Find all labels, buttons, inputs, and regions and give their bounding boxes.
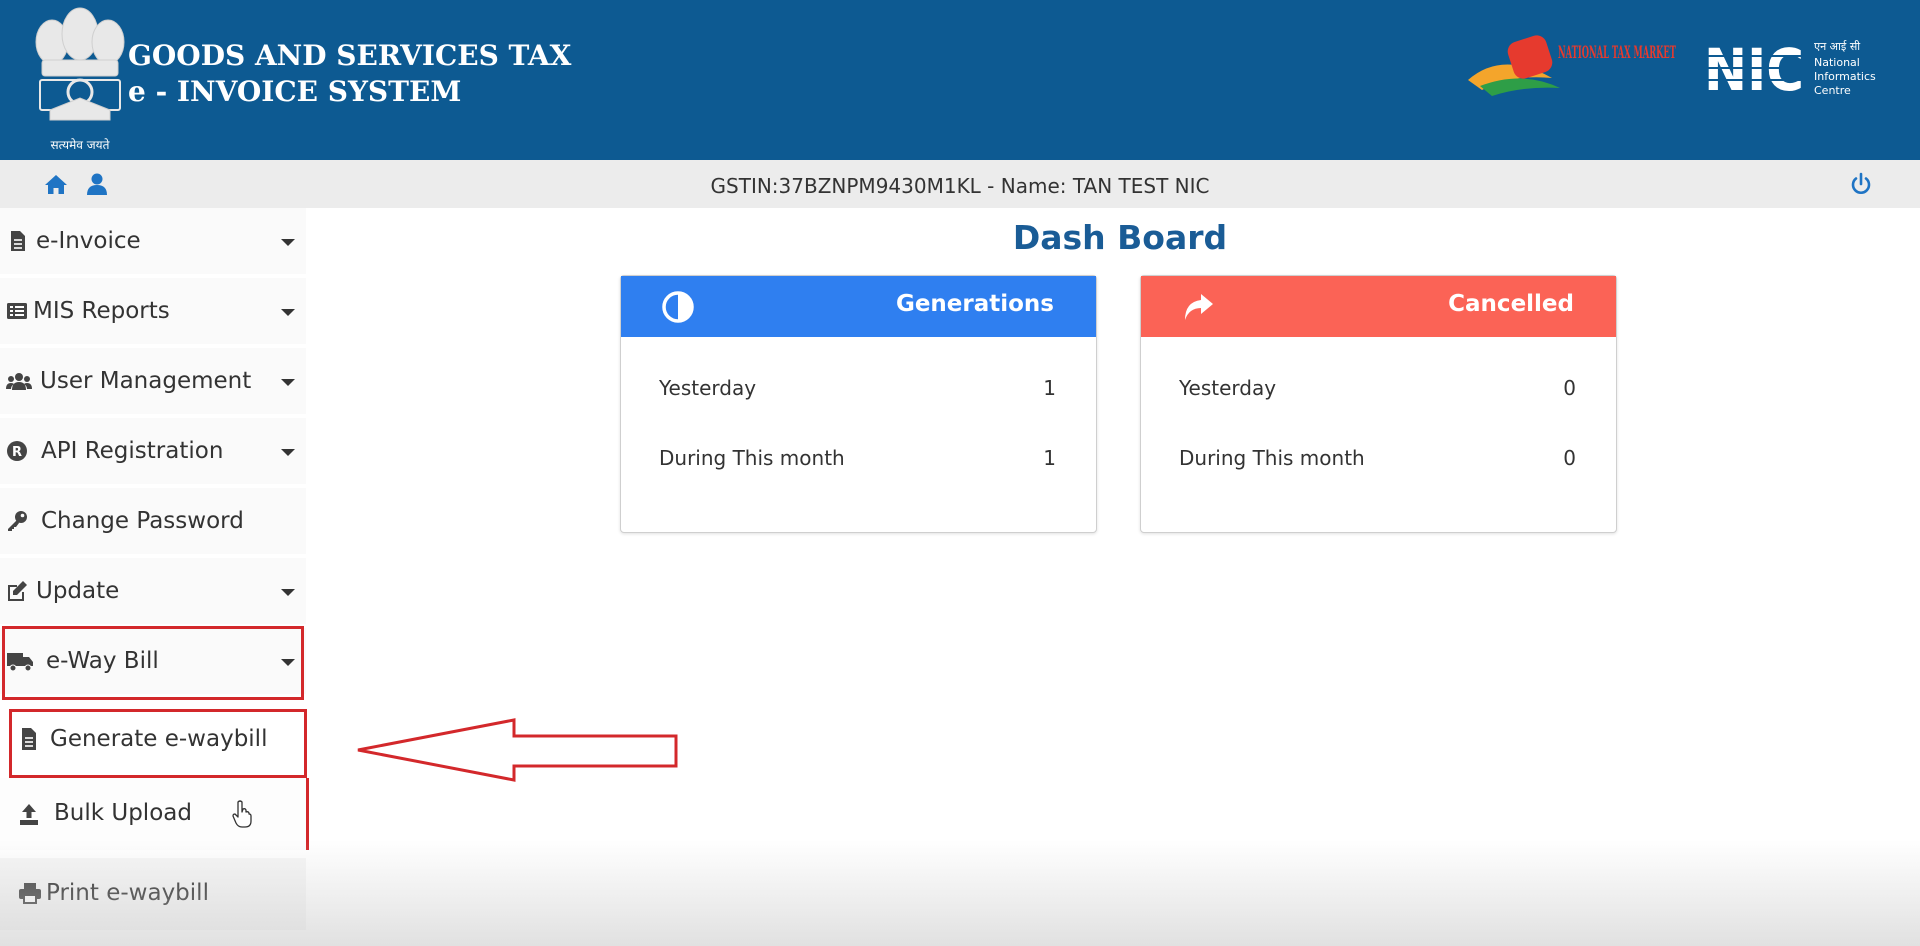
pointer-arrow-annotation xyxy=(357,718,678,782)
generations-card-header: Generations xyxy=(621,276,1096,337)
sidebar-item-update[interactable]: Update xyxy=(0,558,306,626)
submenu-item-bulk-upload[interactable]: Bulk Upload xyxy=(0,778,309,850)
generations-this-month-row: During This month 1 xyxy=(659,446,1056,470)
edit-icon xyxy=(8,581,27,601)
svg-text:National: National xyxy=(1814,56,1860,69)
row-value: 0 xyxy=(1563,446,1576,470)
generations-card-title: Generations xyxy=(895,291,1054,317)
registered-icon: R xyxy=(7,441,27,461)
nic-logo: NIC एन आई सी National Informatics Centre xyxy=(1700,36,1876,104)
row-label: During This month xyxy=(659,446,845,470)
hand-cursor-icon xyxy=(232,800,252,828)
sidebar-item-label: e-Invoice xyxy=(36,228,141,254)
national-tax-market-logo: NATIONAL TAX MARKET xyxy=(1468,35,1676,96)
chevron-down-icon xyxy=(281,449,295,456)
sidebar-item-label: Change Password xyxy=(41,508,244,534)
svg-text:R: R xyxy=(12,445,22,460)
app-title-line1: GOODS AND SERVICES TAX xyxy=(128,39,572,72)
chevron-down-icon xyxy=(281,309,295,316)
sidebar-item-label: Update xyxy=(36,578,120,604)
sidebar-item-api-registration[interactable]: R API Registration xyxy=(0,418,306,486)
sidebar-item-e-invoice[interactable]: e-Invoice xyxy=(0,208,306,276)
print-icon xyxy=(19,883,41,904)
row-label: Yesterday xyxy=(659,376,757,400)
ntm-logo-text: NATIONAL TAX MARKET xyxy=(1558,43,1676,63)
nic-logo-text: NIC xyxy=(1704,36,1804,104)
app-header: सत्यमेव जयते GOODS AND SERVICES TAX e - … xyxy=(0,0,1920,160)
cancelled-this-month-row: During This month 0 xyxy=(1179,446,1576,470)
app-title: GOODS AND SERVICES TAX e - INVOICE SYSTE… xyxy=(128,38,571,110)
submenu-item-print-e-waybill[interactable]: Print e-waybill xyxy=(0,858,306,930)
sidebar-item-change-password[interactable]: Change Password xyxy=(0,488,306,556)
list-icon xyxy=(7,303,27,319)
users-icon xyxy=(6,373,32,390)
app-title-line2: e - INVOICE SYSTEM xyxy=(128,75,462,108)
active-indicator-bar xyxy=(306,778,309,850)
sidebar-item-mis-reports[interactable]: MIS Reports xyxy=(0,278,306,346)
svg-text:Centre: Centre xyxy=(1814,84,1851,97)
generate-e-waybill-highlight-box xyxy=(9,709,307,778)
key-icon xyxy=(8,511,27,531)
file-icon xyxy=(11,231,25,251)
row-label: Yesterday xyxy=(1179,376,1277,400)
sidebar-menu: e-Invoice MIS Reports User Management R … xyxy=(0,208,310,946)
emblem-caption: सत्यमेव जयते xyxy=(51,138,111,152)
row-value: 1 xyxy=(1043,376,1056,400)
cancelled-yesterday-row: Yesterday 0 xyxy=(1179,376,1576,400)
top-toolbar: GSTIN:37BZNPM9430M1KL - Name: TAN TEST N… xyxy=(0,160,1920,208)
row-value: 0 xyxy=(1563,376,1576,400)
cancelled-card: Cancelled Yesterday 0 During This month … xyxy=(1140,275,1617,533)
sidebar-item-label: MIS Reports xyxy=(33,298,170,324)
generations-card: Generations Yesterday 1 During This mont… xyxy=(620,275,1097,533)
half-circle-icon xyxy=(662,291,694,323)
sidebar-item-user-management[interactable]: User Management xyxy=(0,348,306,416)
row-label: During This month xyxy=(1179,446,1365,470)
logout-power-icon[interactable] xyxy=(1849,172,1873,196)
sidebar-item-label: API Registration xyxy=(41,438,224,464)
chevron-down-icon xyxy=(281,589,295,596)
cancelled-card-header: Cancelled xyxy=(1141,276,1616,337)
svg-text:एन आई सी: एन आई सी xyxy=(1814,40,1860,53)
national-emblem-icon: सत्यमेव जयते xyxy=(35,7,125,152)
upload-icon xyxy=(20,804,38,825)
share-arrow-icon xyxy=(1185,294,1213,320)
chevron-down-icon xyxy=(281,379,295,386)
submenu-item-label: Bulk Upload xyxy=(54,800,192,826)
submenu-item-label: Print e-waybill xyxy=(46,880,209,906)
sidebar-item-label: User Management xyxy=(40,368,252,394)
e-way-bill-highlight-box xyxy=(2,626,304,700)
chevron-down-icon xyxy=(281,239,295,246)
page-title: Dash Board xyxy=(1012,218,1228,257)
svg-text:Informatics: Informatics xyxy=(1814,70,1876,83)
generations-yesterday-row: Yesterday 1 xyxy=(659,376,1056,400)
cancelled-card-title: Cancelled xyxy=(1448,291,1574,317)
row-value: 1 xyxy=(1043,446,1056,470)
gstin-name-label: GSTIN:37BZNPM9430M1KL - Name: TAN TEST N… xyxy=(710,174,1210,198)
